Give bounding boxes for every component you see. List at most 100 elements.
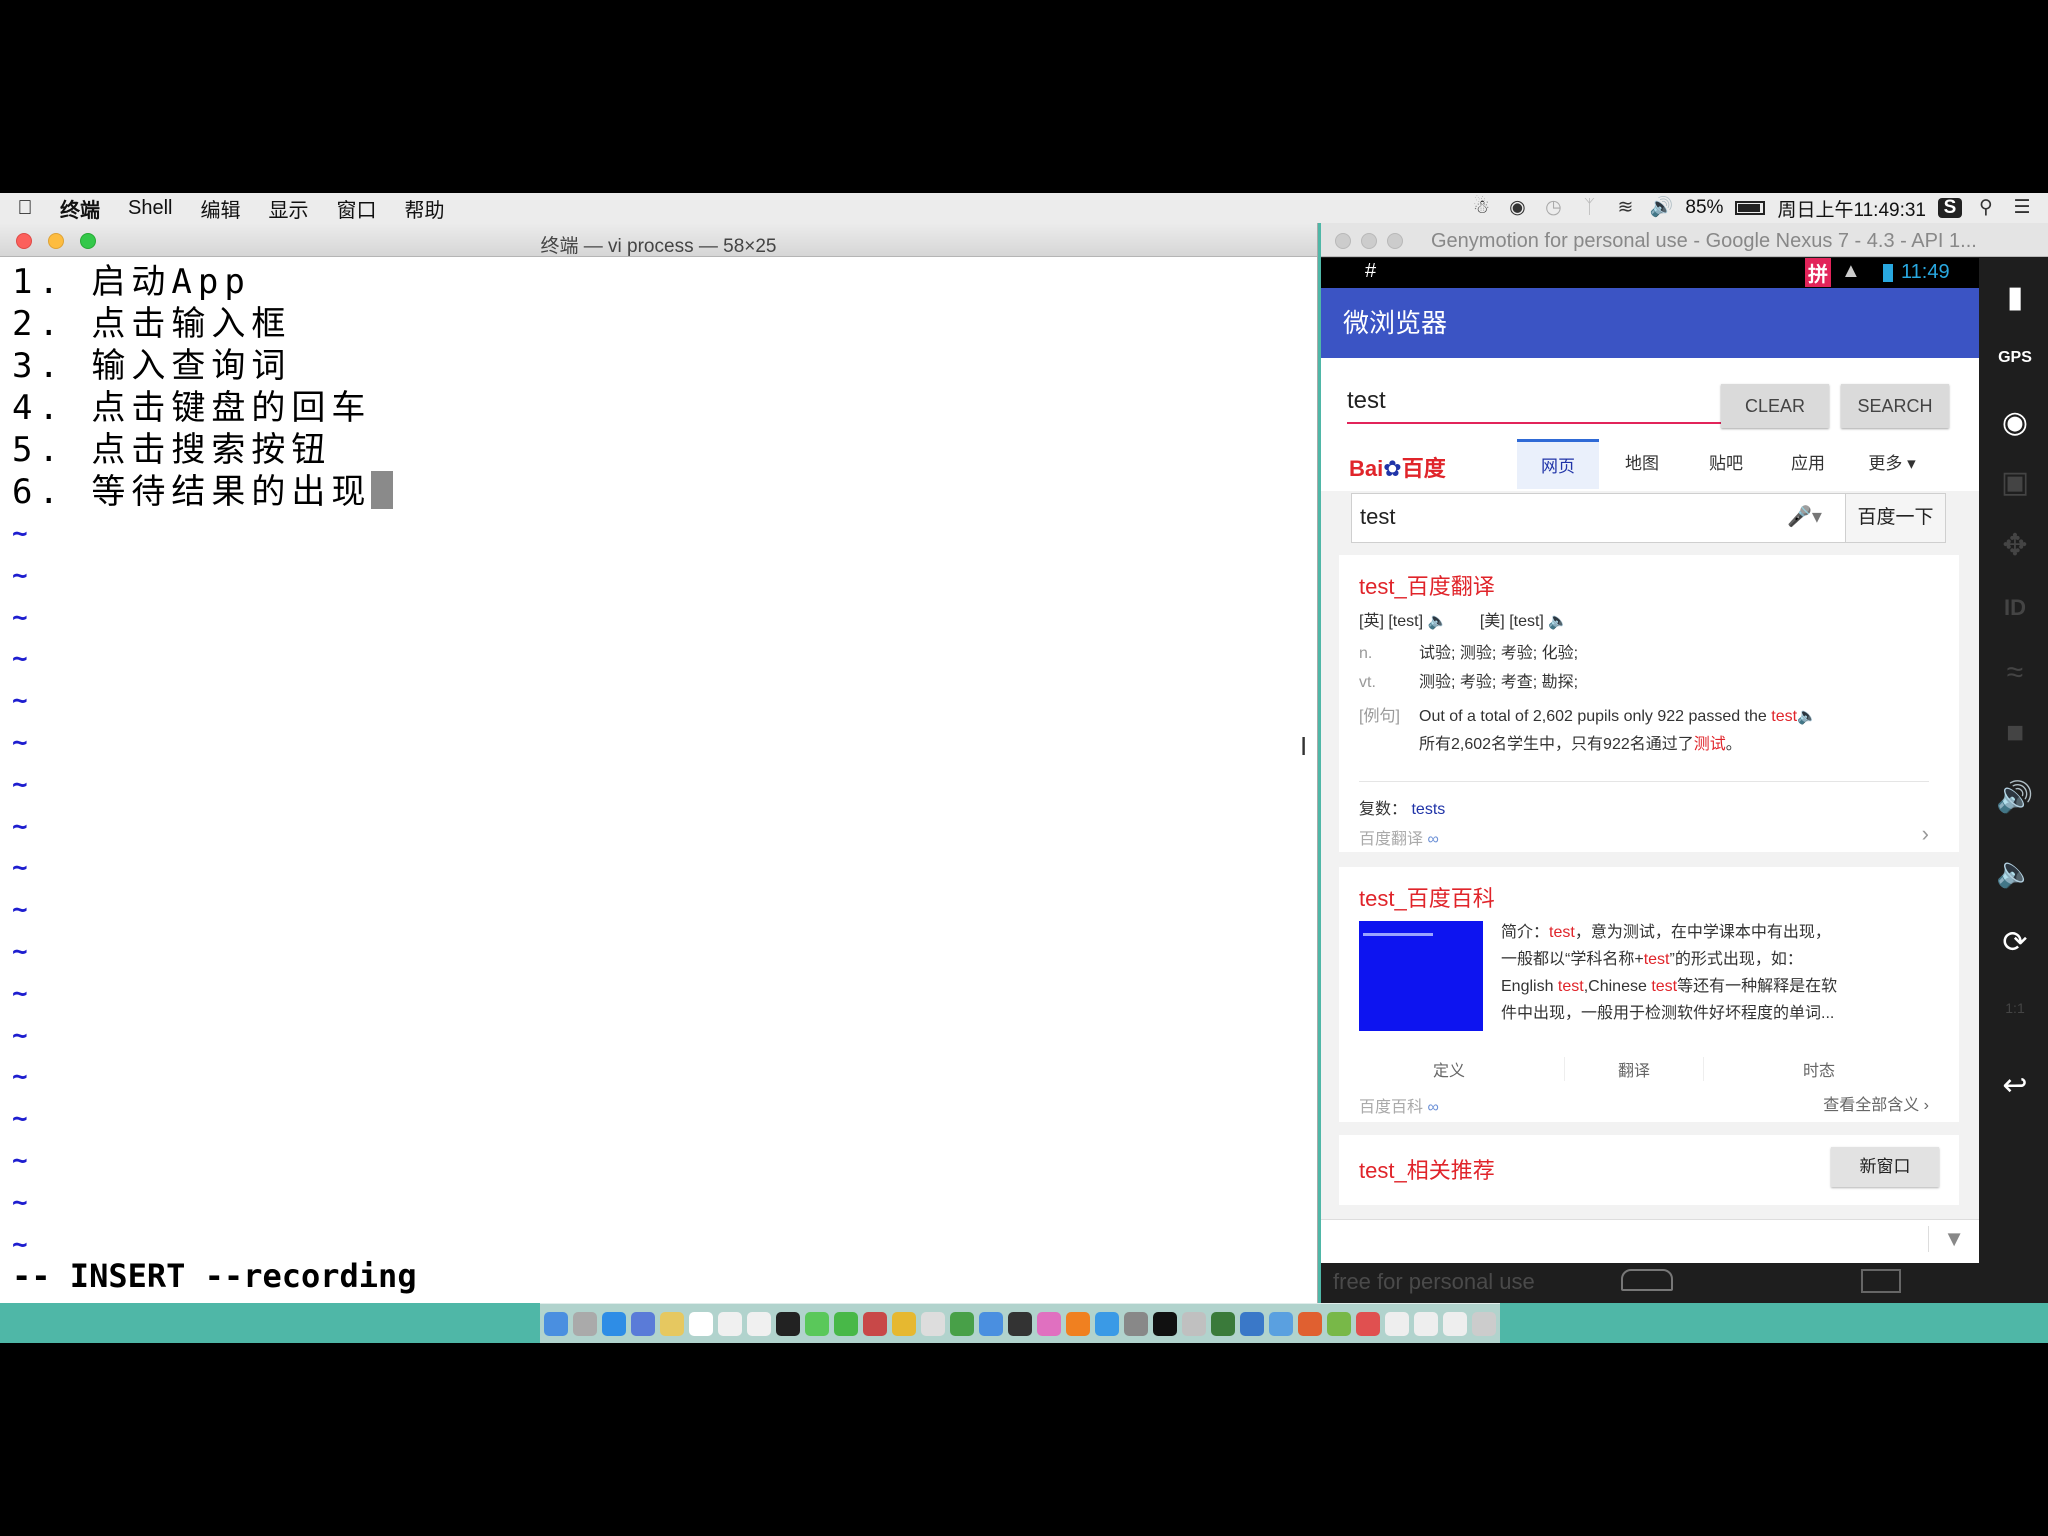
pixel-perfect-icon[interactable]: 1:1 bbox=[1995, 988, 2035, 1028]
back-icon[interactable]: ↩ bbox=[1995, 1066, 2035, 1106]
minimize-button[interactable] bbox=[1361, 233, 1377, 249]
menu-clock[interactable]: 周日上午11:49:31 bbox=[1777, 195, 1926, 222]
menu-edit[interactable]: 编辑 bbox=[186, 194, 254, 223]
vi-editor[interactable]: 1. 启动App 2. 点击输入框 3. 输入查询词 4. 点击键盘的回车 5.… bbox=[12, 261, 1317, 1303]
app-icon[interactable] bbox=[863, 1311, 887, 1336]
related-result-title[interactable]: test_相关推荐 bbox=[1359, 1153, 1495, 1185]
battery-widget-icon[interactable]: ▮ bbox=[1995, 278, 2035, 318]
plural-link[interactable]: tests bbox=[1411, 801, 1445, 818]
chrome-icon[interactable] bbox=[892, 1311, 916, 1336]
time-machine-icon[interactable]: ◷ bbox=[1541, 198, 1565, 218]
home-icon[interactable] bbox=[1621, 1269, 1673, 1291]
menu-help[interactable]: 帮助 bbox=[390, 194, 458, 223]
close-button[interactable] bbox=[1335, 233, 1351, 249]
tab-more[interactable]: 更多 ▾ bbox=[1851, 439, 1933, 489]
android-studio-icon[interactable] bbox=[1327, 1311, 1351, 1336]
notification-center-icon[interactable]: ☰ bbox=[2010, 198, 2034, 218]
folder-icon[interactable] bbox=[1443, 1311, 1467, 1336]
baidu-search-input[interactable]: test bbox=[1360, 504, 1395, 530]
network-widget-icon[interactable]: ≈ bbox=[1995, 653, 2035, 693]
capture-widget-icon[interactable]: ▣ bbox=[1995, 463, 2035, 503]
tab-tieba[interactable]: 贴吧 bbox=[1685, 439, 1767, 489]
trash-icon[interactable] bbox=[1472, 1311, 1496, 1336]
baike-tab-definition[interactable]: 定义 bbox=[1379, 1057, 1519, 1081]
tab-map[interactable]: 地图 bbox=[1601, 439, 1683, 489]
keynote-icon[interactable] bbox=[979, 1311, 1003, 1336]
remote-control-icon[interactable]: ✥ bbox=[1995, 526, 2035, 566]
app-icon[interactable] bbox=[1211, 1311, 1235, 1336]
xcode-icon[interactable] bbox=[1240, 1311, 1264, 1336]
zoom-button[interactable] bbox=[1387, 233, 1403, 249]
qq-icon[interactable] bbox=[776, 1311, 800, 1336]
device-id-icon[interactable]: ID bbox=[1995, 588, 2035, 628]
baike-thumbnail[interactable] bbox=[1359, 921, 1483, 1031]
messages-icon[interactable] bbox=[805, 1311, 829, 1336]
gps-widget-icon[interactable]: GPS bbox=[1995, 338, 2035, 378]
itunes-icon[interactable] bbox=[1037, 1311, 1061, 1336]
finder-icon[interactable] bbox=[544, 1311, 568, 1336]
webcam-widget-icon[interactable]: ◉ bbox=[1995, 403, 2035, 443]
sms-widget-icon[interactable]: ■ bbox=[1995, 713, 2035, 753]
baidu-logo[interactable]: Bai✿百度 bbox=[1349, 451, 1446, 483]
volume-icon[interactable]: 🔊 bbox=[1649, 198, 1674, 218]
chevron-down-icon[interactable]: ▼ bbox=[1928, 1226, 1965, 1252]
launchpad-icon[interactable] bbox=[573, 1311, 597, 1336]
baike-source[interactable]: 百度百科 ∞ bbox=[1359, 1093, 1439, 1117]
app-store-icon[interactable] bbox=[1095, 1311, 1119, 1336]
speaker-icon[interactable]: 🔈 bbox=[1797, 708, 1817, 725]
search-button[interactable]: SEARCH bbox=[1841, 384, 1949, 428]
spotlight-search-icon[interactable]: ⚲ bbox=[1974, 198, 1998, 218]
folder-icon[interactable] bbox=[1414, 1311, 1438, 1336]
tab-apps[interactable]: 应用 bbox=[1767, 439, 1849, 489]
baike-see-all-link[interactable]: 查看全部含义 › bbox=[1823, 1091, 1929, 1115]
system-preferences-icon[interactable] bbox=[1124, 1311, 1148, 1336]
apple-icon[interactable]:  bbox=[4, 197, 46, 220]
translate-result-title[interactable]: test_百度翻译 bbox=[1359, 569, 1495, 601]
menu-view[interactable]: 显示 bbox=[254, 194, 322, 223]
app-icon[interactable] bbox=[1298, 1311, 1322, 1336]
translate-source[interactable]: 百度翻译 ∞ bbox=[1359, 825, 1439, 849]
wifi-icon[interactable]: ≋ bbox=[1613, 198, 1637, 218]
baike-tab-tense[interactable]: 时态 bbox=[1749, 1057, 1889, 1081]
menu-app-name[interactable]: 终端 bbox=[46, 194, 114, 223]
preview-icon[interactable] bbox=[631, 1311, 655, 1336]
bluetooth-icon[interactable]: ᛉ bbox=[1577, 198, 1601, 218]
baike-tab-translate[interactable]: 翻译 bbox=[1564, 1057, 1704, 1081]
menu-window[interactable]: 窗口 bbox=[322, 194, 390, 223]
numbers-icon[interactable] bbox=[950, 1311, 974, 1336]
baike-result-title[interactable]: test_百度百科 bbox=[1359, 881, 1495, 913]
notes-icon[interactable] bbox=[660, 1311, 684, 1336]
clear-button[interactable]: CLEAR bbox=[1721, 384, 1829, 428]
terminal-icon[interactable] bbox=[1153, 1311, 1177, 1336]
new-window-button[interactable]: 新窗口 bbox=[1831, 1147, 1939, 1187]
calendar-icon[interactable] bbox=[689, 1311, 713, 1336]
folder-icon[interactable] bbox=[1385, 1311, 1409, 1336]
app-icon[interactable] bbox=[1269, 1311, 1293, 1336]
volume-down-icon[interactable]: 🔈 bbox=[1995, 853, 2035, 893]
app-icon[interactable] bbox=[1008, 1311, 1032, 1336]
wechat-icon[interactable] bbox=[834, 1311, 858, 1336]
menu-shell[interactable]: Shell bbox=[114, 197, 186, 220]
ibooks-icon[interactable] bbox=[1066, 1311, 1090, 1336]
app-icon[interactable] bbox=[921, 1311, 945, 1336]
evernote-icon[interactable]: ☃ bbox=[1469, 198, 1493, 218]
rotate-icon[interactable]: ⟳ bbox=[1995, 923, 2035, 963]
microphone-icon[interactable]: 🎤▾ bbox=[1787, 504, 1822, 529]
battery-icon[interactable] bbox=[1735, 201, 1766, 215]
genymotion-titlebar[interactable]: Genymotion for personal use - Google Nex… bbox=[1321, 223, 2048, 257]
baidu-search-button[interactable]: 百度一下 bbox=[1845, 494, 1945, 542]
safari-icon[interactable] bbox=[602, 1311, 626, 1336]
speaker-icon[interactable]: 🔈 bbox=[1427, 613, 1447, 630]
photos-icon[interactable] bbox=[747, 1311, 771, 1336]
recent-apps-icon[interactable] bbox=[1861, 1269, 1901, 1293]
record-icon[interactable]: ◉ bbox=[1505, 198, 1529, 218]
skype-icon[interactable]: S bbox=[1938, 198, 1962, 218]
genymotion-icon[interactable] bbox=[1356, 1311, 1380, 1336]
textedit-icon[interactable] bbox=[718, 1311, 742, 1336]
terminal-titlebar[interactable]: 终端 — vi process — 58×25 bbox=[0, 223, 1317, 257]
query-input[interactable]: test bbox=[1347, 384, 1743, 424]
app-icon[interactable] bbox=[1182, 1311, 1206, 1336]
speaker-icon[interactable]: 🔈 bbox=[1548, 613, 1568, 630]
tab-web[interactable]: 网页 bbox=[1517, 439, 1599, 489]
volume-up-icon[interactable]: 🔊 bbox=[1995, 778, 2035, 818]
